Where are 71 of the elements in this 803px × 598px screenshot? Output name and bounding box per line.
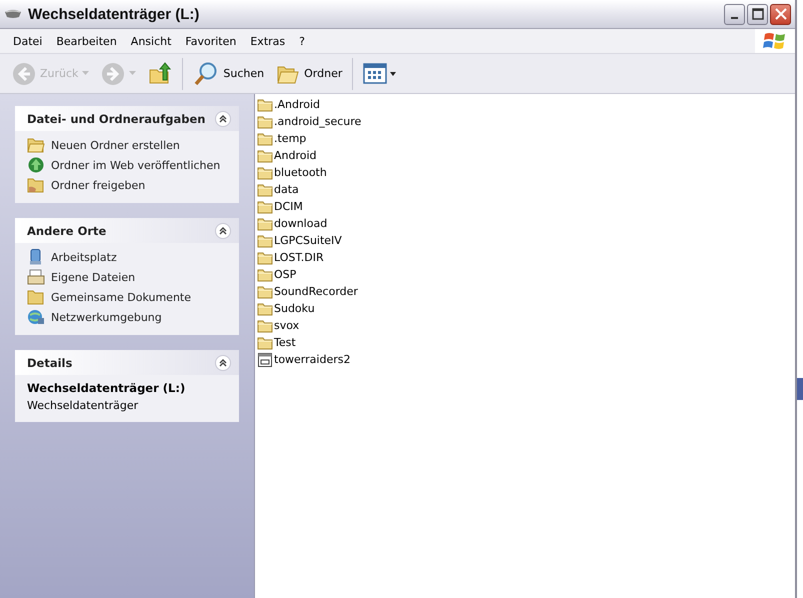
panel-header[interactable]: Datei- und Ordneraufgaben: [15, 106, 239, 131]
task-link[interactable]: Netzwerkumgebung: [27, 309, 229, 325]
network-icon: [27, 309, 45, 325]
file-item[interactable]: download: [257, 215, 795, 232]
folder-icon: [257, 216, 273, 230]
task-link[interactable]: Arbeitsplatz: [27, 249, 229, 265]
folder-icon: [257, 336, 273, 350]
file-item[interactable]: .Android: [257, 96, 795, 113]
drive-icon: [4, 9, 22, 19]
panel-header[interactable]: Details: [15, 350, 239, 375]
search-icon: [193, 60, 220, 86]
file-item[interactable]: .temp: [257, 130, 795, 147]
views-icon: [363, 62, 398, 84]
folder-icon: [257, 114, 273, 128]
close-icon: [774, 8, 786, 20]
maximize-button[interactable]: [747, 4, 768, 24]
folder-icon: [257, 250, 273, 264]
menu-item[interactable]: Datei: [6, 34, 50, 48]
menu-item[interactable]: Favoriten: [178, 34, 244, 48]
folder-icon: [257, 234, 273, 248]
dropdown-icon: [129, 71, 136, 76]
search-button[interactable]: Suchen: [189, 58, 268, 88]
shared-folder-icon: [27, 177, 45, 193]
file-item[interactable]: Android: [257, 147, 795, 164]
file-item[interactable]: data: [257, 181, 795, 198]
file-item[interactable]: .android_secure: [257, 113, 795, 130]
flag-logo-icon: [763, 30, 787, 52]
menu-item[interactable]: ?: [292, 34, 312, 48]
folder-icon: [27, 289, 45, 305]
details-name: Wechseldatenträger (L:): [27, 381, 186, 395]
folder-icon: [257, 132, 273, 146]
globe-icon: [27, 157, 45, 173]
folder-up-icon: [148, 62, 172, 86]
file-item[interactable]: SoundRecorder: [257, 283, 795, 300]
file-item[interactable]: Sudoku: [257, 300, 795, 317]
folder-icon: [257, 302, 273, 316]
file-item[interactable]: svox: [257, 317, 795, 334]
dropdown-icon: [82, 71, 90, 76]
window-title: Wechseldatenträger (L:): [28, 6, 200, 22]
panel-header[interactable]: Andere Orte: [15, 218, 239, 243]
menu-item[interactable]: Bearbeiten: [49, 34, 124, 48]
file-item[interactable]: Test: [257, 334, 795, 351]
task-link[interactable]: Neuen Ordner erstellen: [27, 137, 229, 153]
file-item[interactable]: DCIM: [257, 198, 795, 215]
maximize-icon: [752, 8, 764, 20]
documents-icon: [27, 269, 45, 285]
task-link[interactable]: Gemeinsame Dokumente: [27, 289, 229, 305]
file-item[interactable]: LOST.DIR: [257, 249, 795, 266]
file-item[interactable]: LGPCSuiteIV: [257, 232, 795, 249]
folder-icon: [257, 284, 273, 298]
menu-item[interactable]: Extras: [243, 34, 292, 48]
task-link[interactable]: Eigene Dateien: [27, 269, 229, 285]
close-button[interactable]: [770, 4, 791, 24]
task-link[interactable]: Ordner im Web veröffentlichen: [27, 157, 229, 173]
minimize-icon: [731, 17, 738, 19]
folder-icon: [257, 98, 273, 112]
folders-button[interactable]: Ordner: [272, 60, 346, 86]
details-type: Wechseldatenträger: [27, 399, 140, 412]
folder-icon: [257, 318, 273, 332]
folder-icon: [257, 200, 273, 214]
file-item[interactable]: towerraiders2: [257, 351, 795, 368]
file-item[interactable]: OSP: [257, 266, 795, 283]
file-item[interactable]: bluetooth: [257, 164, 795, 181]
folder-icon: [257, 148, 273, 162]
folder-icon: [27, 137, 45, 153]
folder-icon: [257, 166, 273, 180]
minimize-button[interactable]: [724, 4, 745, 24]
task-link[interactable]: Ordner freigeben: [27, 177, 229, 193]
folder-icon: [257, 268, 273, 282]
menu-item[interactable]: Ansicht: [124, 34, 178, 48]
folder-icon: [257, 182, 273, 196]
